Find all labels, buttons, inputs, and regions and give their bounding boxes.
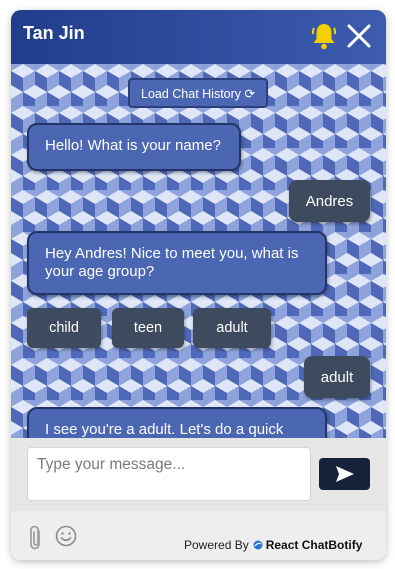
chat-messages[interactable]: Load Chat History ⟳ Hello! What is your … (11, 64, 386, 438)
emoji-icon[interactable] (55, 525, 77, 547)
option-adult-button[interactable]: adult (193, 308, 271, 348)
powered-by-label: Powered By (184, 538, 249, 552)
input-area (11, 438, 386, 511)
bell-icon[interactable] (311, 22, 337, 50)
powered-by-brand-link[interactable]: React ChatBotify (266, 538, 363, 552)
message-input[interactable] (27, 447, 311, 501)
send-button[interactable] (319, 458, 370, 490)
option-teen-button[interactable]: teen (112, 308, 184, 348)
chat-footer: Powered By React ChatBotify (11, 511, 386, 560)
user-message: Andres (289, 180, 370, 222)
load-chat-history-button[interactable]: Load Chat History ⟳ (128, 78, 268, 108)
option-child-button[interactable]: child (27, 308, 101, 348)
powered-by: Powered By React ChatBotify (184, 538, 362, 552)
chat-header: Tan Jin (11, 10, 386, 64)
bot-message: Hey Andres! Nice to meet you, what is yo… (27, 231, 327, 295)
send-icon (335, 466, 354, 482)
paperclip-icon[interactable] (26, 525, 46, 551)
chatbotify-logo-icon (253, 540, 263, 550)
bot-message: I see you're a adult. Let's do a quick (27, 407, 327, 438)
chat-window: Tan Jin Load Chat History ⟳ Hello! What … (11, 10, 386, 560)
user-message: adult (304, 356, 370, 398)
close-icon[interactable] (346, 23, 372, 49)
chat-title: Tan Jin (23, 23, 85, 43)
bot-message: Hello! What is your name? (27, 123, 241, 171)
